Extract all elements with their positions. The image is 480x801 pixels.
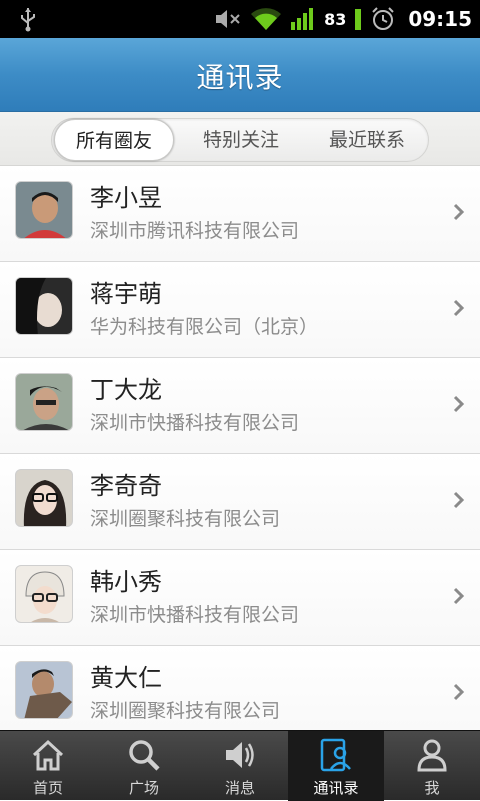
contact-name: 李奇奇	[90, 472, 162, 500]
avatar	[15, 661, 73, 719]
contact-row[interactable]: 韩小秀 深圳市快播科技有限公司	[0, 550, 480, 646]
tab-bar: 所有圈友 特别关注 最近联系	[0, 112, 480, 166]
status-bar: 83 09:15	[0, 0, 480, 38]
chevron-right-icon	[453, 587, 465, 605]
chevron-right-icon	[453, 491, 465, 509]
person-icon	[417, 739, 447, 772]
nav-home[interactable]: 首页	[0, 731, 96, 801]
contact-company: 深圳圈聚科技有限公司	[90, 700, 281, 722]
contact-company: 深圳圈聚科技有限公司	[90, 508, 281, 530]
wifi-icon	[251, 8, 282, 30]
contact-name: 李小昱	[90, 184, 162, 212]
tab-special-follow[interactable]: 特别关注	[182, 119, 300, 161]
speaker-icon	[226, 742, 254, 768]
avatar	[15, 469, 73, 527]
contact-company: 华为科技有限公司（北京）	[90, 316, 319, 338]
nav-label: 首页	[32, 779, 63, 797]
tab-all-friends[interactable]: 所有圈友	[54, 119, 174, 161]
avatar	[15, 373, 73, 431]
chevron-right-icon	[453, 203, 465, 221]
contact-company: 深圳市腾讯科技有限公司	[90, 220, 300, 242]
contact-row[interactable]: 蒋宇萌 华为科技有限公司（北京）	[0, 262, 480, 358]
contact-list: 李小昱 深圳市腾讯科技有限公司 蒋宇萌 华为科技有限公司（北京） 丁大龙 深圳市…	[0, 166, 480, 730]
bottom-nav: 首页 广场 消息 通讯录 我	[0, 730, 480, 801]
contact-name: 蒋宇萌	[90, 280, 162, 308]
chevron-right-icon	[453, 299, 465, 317]
home-icon	[32, 739, 64, 771]
app-header: 通讯录	[0, 38, 480, 112]
avatar	[15, 181, 73, 239]
avatar	[15, 565, 73, 623]
contact-name: 黄大仁	[90, 664, 162, 692]
contact-company: 深圳市快播科技有限公司	[90, 604, 300, 626]
mute-icon	[216, 10, 240, 28]
clock: 09:15	[408, 7, 472, 31]
nav-label: 消息	[224, 779, 255, 797]
contact-row[interactable]: 李小昱 深圳市腾讯科技有限公司	[0, 166, 480, 262]
search-icon	[129, 740, 160, 771]
nav-me[interactable]: 我	[384, 731, 480, 801]
contact-name: 丁大龙	[90, 376, 162, 404]
usb-icon	[21, 8, 35, 32]
nav-square[interactable]: 广场	[96, 731, 192, 801]
alarm-icon	[372, 7, 395, 30]
nav-label: 我	[424, 779, 440, 797]
chevron-right-icon	[453, 395, 465, 413]
contact-row[interactable]: 黄大仁 深圳圈聚科技有限公司	[0, 646, 480, 730]
nav-contacts[interactable]: 通讯录	[288, 731, 384, 801]
avatar	[15, 277, 73, 335]
battery-icon	[355, 9, 362, 30]
signal-icon	[291, 8, 314, 30]
tab-recent-contacts[interactable]: 最近联系	[306, 119, 428, 161]
nav-label: 通讯录	[313, 779, 359, 797]
battery-level: 83	[324, 9, 347, 29]
nav-messages[interactable]: 消息	[192, 731, 288, 801]
contact-name: 韩小秀	[90, 568, 162, 596]
segmented-control: 所有圈友 特别关注 最近联系	[51, 118, 429, 162]
page-title: 通讯录	[196, 61, 284, 94]
contact-row[interactable]: 丁大龙 深圳市快播科技有限公司	[0, 358, 480, 454]
contact-company: 深圳市快播科技有限公司	[90, 412, 300, 434]
chevron-right-icon	[453, 683, 465, 701]
contacts-icon	[320, 738, 351, 772]
contact-row[interactable]: 李奇奇 深圳圈聚科技有限公司	[0, 454, 480, 550]
nav-label: 广场	[128, 779, 159, 797]
